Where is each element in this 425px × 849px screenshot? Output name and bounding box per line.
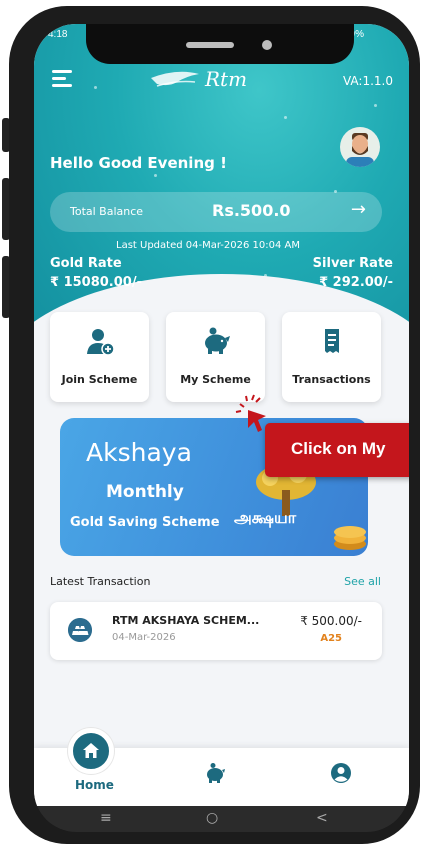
banner-title: Akshaya <box>86 438 192 467</box>
profile-tab-icon[interactable] <box>330 762 352 784</box>
recent-apps-button[interactable]: ≡ <box>100 810 112 826</box>
system-navigation-bar: ≡ ○ < <box>34 806 409 832</box>
latest-transaction-heading: Latest Transaction <box>50 575 151 588</box>
menu-line <box>52 84 72 87</box>
avatar[interactable] <box>340 127 380 167</box>
app-screen: 4:18 59% Rtm VA:1.1.0 Hello Good Evening… <box>34 24 409 806</box>
app-version: VA:1.1.0 <box>342 74 393 88</box>
status-time: 4:18 <box>48 29 68 40</box>
system-back-button[interactable]: < <box>316 810 328 826</box>
transaction-name: RTM AKSHAYA SCHEM... <box>112 614 260 627</box>
arrow-right-icon[interactable]: → <box>351 199 366 220</box>
balance-label: Total Balance <box>70 205 144 218</box>
stage: 4:18 59% Rtm VA:1.1.0 Hello Good Evening… <box>0 0 425 849</box>
join-scheme-label: Join Scheme <box>61 373 138 386</box>
silver-rate-value: ₹ 292.00/- <box>319 275 393 290</box>
banner-subtitle-scheme: Gold Saving Scheme <box>70 515 220 530</box>
tooltip-text: Click on My <box>291 439 386 458</box>
silver-rate-label: Silver Rate <box>312 256 393 271</box>
front-camera <box>262 40 272 50</box>
home-tab-label: Home <box>75 778 114 792</box>
menu-icon[interactable] <box>52 70 74 88</box>
home-icon <box>83 743 99 758</box>
transactions-button[interactable]: Transactions <box>282 312 381 402</box>
total-balance-bar[interactable]: Total Balance Rs.500.0 → <box>50 192 382 232</box>
see-all-link[interactable]: See all <box>344 575 381 588</box>
banner-tamil-text: அக்ஷயா <box>234 508 297 527</box>
phone-frame: 4:18 59% Rtm VA:1.1.0 Hello Good Evening… <box>9 6 420 844</box>
camera-notch <box>86 24 354 64</box>
piggy-bank-icon <box>204 327 230 354</box>
banner-subtitle-monthly: Monthly <box>106 482 184 502</box>
transaction-item[interactable]: RTM AKSHAYA SCHEM... 04-Mar-2026 ₹ 500.0… <box>50 602 382 660</box>
tutorial-tooltip: Click on My <box>265 423 409 477</box>
balance-value: Rs.500.0 <box>212 201 291 220</box>
menu-line <box>52 70 72 73</box>
system-home-button[interactable]: ○ <box>206 810 218 826</box>
my-scheme-button[interactable]: My Scheme <box>166 312 265 402</box>
sparkle <box>154 174 157 177</box>
transaction-date: 04-Mar-2026 <box>112 632 176 643</box>
gold-bars-icon <box>68 618 92 642</box>
greeting-text: Hello Good Evening ! <box>50 154 227 172</box>
speaker-grille <box>186 42 234 48</box>
menu-line <box>52 77 66 80</box>
gold-rate-label: Gold Rate <box>50 256 122 271</box>
gold-rate-value: ₹ 15080.00/- <box>50 275 142 290</box>
logo-text: Rtm <box>204 67 247 91</box>
join-scheme-button[interactable]: Join Scheme <box>50 312 149 402</box>
phone-display: 4:18 59% Rtm VA:1.1.0 Hello Good Evening… <box>34 24 409 832</box>
last-updated-text: Last Updated 04-Mar-2026 10:04 AM <box>116 240 301 251</box>
sparkle <box>284 116 287 119</box>
gold-coins-icon <box>334 526 366 550</box>
home-tab-button[interactable] <box>68 728 114 774</box>
transactions-label: Transactions <box>292 373 371 386</box>
user-add-icon <box>86 329 115 356</box>
sparkle <box>94 86 97 89</box>
transaction-code: A25 <box>320 633 342 644</box>
sparkle <box>374 104 377 107</box>
transaction-amount: ₹ 500.00/- <box>300 614 362 628</box>
avatar-face-icon <box>346 133 374 167</box>
receipt-icon <box>324 329 339 353</box>
my-scheme-label: My Scheme <box>180 373 251 386</box>
piggy-bank-tab-icon[interactable] <box>204 762 226 784</box>
brand-logo: Rtm <box>151 67 247 91</box>
